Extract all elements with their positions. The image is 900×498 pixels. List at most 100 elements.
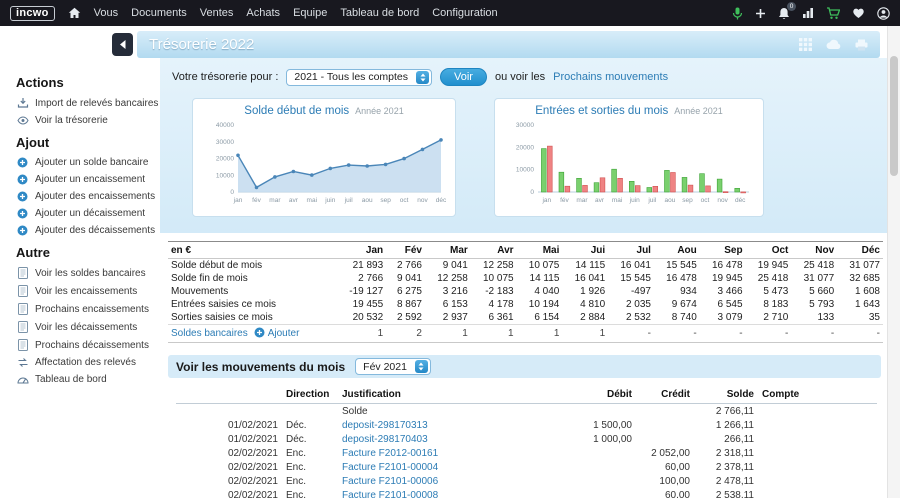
summary-cell: 8 740 [654,311,700,325]
summary-cell: 1 608 [837,285,883,298]
summary-cell: 133 [791,311,837,325]
sidebar-item-voir-la-tresorerie[interactable]: Voir la trésorerie [16,115,156,126]
justification-link[interactable]: Facture F2101-00008 [342,490,438,498]
movement-solde: 2 538,11 [694,488,758,498]
movements-col-justification: Justification [338,387,574,404]
movement-row: 02/02/2021Enc.Facture F2101-0000460,002 … [176,460,877,474]
nav-item-equipe[interactable]: Equipe [293,7,327,19]
incwo-logo[interactable]: incwo [10,6,55,21]
movement-compte [758,404,877,419]
svg-text:oct: oct [701,197,710,204]
sidebar-item-affectation-des-releves[interactable]: Affectation des relevés [16,357,156,368]
home-icon[interactable] [68,7,81,19]
movement-solde: 2 766,11 [694,404,758,419]
nav-item-vous[interactable]: Vous [94,7,118,19]
movement-justification: Facture F2101-00008 [338,488,574,498]
nav-item-documents[interactable]: Documents [131,7,187,19]
sidebar-item-label: Prochains décaissements [35,340,149,351]
scrollbar[interactable] [887,26,900,498]
nav-item-achats[interactable]: Achats [246,7,280,19]
user-icon[interactable] [877,7,890,20]
sidebar-item-prochains-encaissements[interactable]: Prochains encaissements [16,303,156,315]
sidebar-item-ajouter-des-encaissements[interactable]: Ajouter des encaissements [16,191,156,202]
summary-cell: 6 153 [425,298,471,311]
sidebar-item-ajouter-un-decaissement[interactable]: Ajouter un décaissement [16,208,156,219]
navbar-menu: Vous Documents Ventes Achats Equipe Tableau d… [94,7,498,19]
summary-cell: 8 183 [746,298,792,311]
movement-debit [574,474,636,488]
movement-debit [574,446,636,460]
heart-icon[interactable] [852,7,865,19]
summary-cell: 9 674 [654,298,700,311]
movement-solde: 2 318,11 [694,446,758,460]
inout-chart-title[interactable]: Entrées et sorties du mois [535,105,668,117]
movements-col-direction: Direction [282,387,338,404]
justification-link[interactable]: deposit-298170313 [342,420,428,431]
svg-text:0: 0 [230,189,234,196]
summary-month-header-fev: Fév [386,242,425,259]
movement-credit [636,432,694,446]
bell-icon[interactable]: 0 [778,7,790,20]
justification-link[interactable]: Facture F2101-00004 [342,462,438,473]
summary-cell: 5 660 [791,285,837,298]
justification-link[interactable]: Facture F2101-00006 [342,476,438,487]
bank-balances-link[interactable]: Soldes bancaires [171,328,248,339]
movement-compte [758,488,877,498]
balance-chart-title[interactable]: Solde début de mois [244,105,349,117]
svg-text:aou: aou [362,197,373,204]
movement-compte [758,432,877,446]
movement-justification: Facture F2101-00006 [338,474,574,488]
summary-cell: 2 766 [386,259,425,273]
cart-icon[interactable] [826,7,840,20]
sidebar-item-ajouter-des-decaissements[interactable]: Ajouter des décaissements [16,225,156,236]
movement-direction: Déc. [282,432,338,446]
summary-row-label: Solde fin de mois [168,272,336,285]
cloud-icon[interactable] [826,39,841,50]
movement-direction [282,404,338,419]
sidebar-item-ajouter-un-encaissement[interactable]: Ajouter un encaissement [16,174,156,185]
add-icon [16,225,29,236]
justification-link[interactable]: Facture F2012-00161 [342,448,438,459]
plus-icon[interactable] [755,8,766,19]
summary-month-header-aou: Aou [654,242,700,259]
nav-item-ventes[interactable]: Ventes [200,7,234,19]
header-actions [799,38,868,51]
movement-solde: 266,11 [694,432,758,446]
stats-icon[interactable] [802,7,814,19]
nav-item-configuration[interactable]: Configuration [432,7,497,19]
sidebar-item-ajouter-un-solde-bancaire[interactable]: Ajouter un solde bancaire [16,157,156,168]
nav-item-tableau-de-bord[interactable]: Tableau de bord [340,7,419,19]
month-select[interactable]: Fév 2021 [355,358,431,375]
summary-month-header-sep: Sep [700,242,746,259]
summary-row-mouvements: Mouvements-19 1276 2753 216-2 1834 0401 … [168,285,883,298]
add-balance-link[interactable]: Ajouter [268,328,300,339]
sidebar-item-prochains-decaissements[interactable]: Prochains décaissements [16,339,156,351]
movements-col-date [176,387,282,404]
sidebar-item-tableau-de-bord[interactable]: Tableau de bord [16,374,156,385]
summary-cell: - [700,325,746,343]
summary-cell: 10 075 [471,272,517,285]
summary-cell: 1 926 [562,285,608,298]
sidebar-item-voir-les-soldes-bancaires[interactable]: Voir les soldes bancaires [16,267,156,279]
sidebar-item-voir-les-decaissements[interactable]: Voir les décaissements [16,321,156,333]
sidebar-item-import-de-releves-bancaires[interactable]: Import de relevés bancaires [16,97,156,109]
sidebar-item-voir-les-encaissements[interactable]: Voir les encaissements [16,285,156,297]
next-movements-link[interactable]: Prochains mouvements [553,71,668,83]
account-select[interactable]: 2021 - Tous les comptes [286,69,432,86]
print-icon[interactable] [855,39,868,51]
back-button[interactable] [112,33,133,56]
scrollbar-thumb[interactable] [890,56,898,176]
select-arrows-icon [416,71,429,84]
summary-cell: 21 893 [336,259,386,273]
dashboard-icon [16,375,29,384]
add-circle-icon[interactable] [254,327,265,338]
view-button[interactable]: Voir [440,68,487,86]
movement-justification: Solde [338,404,574,419]
sidebar-item-label: Voir la trésorerie [35,115,108,126]
summary-cell: 6 275 [386,285,425,298]
grid-icon[interactable] [799,38,812,51]
mic-icon[interactable] [732,7,743,20]
svg-text:mai: mai [612,197,622,204]
summary-row-solde-fin-de-mois: Solde fin de mois2 7669 04112 25810 0751… [168,272,883,285]
justification-link[interactable]: deposit-298170403 [342,434,428,445]
